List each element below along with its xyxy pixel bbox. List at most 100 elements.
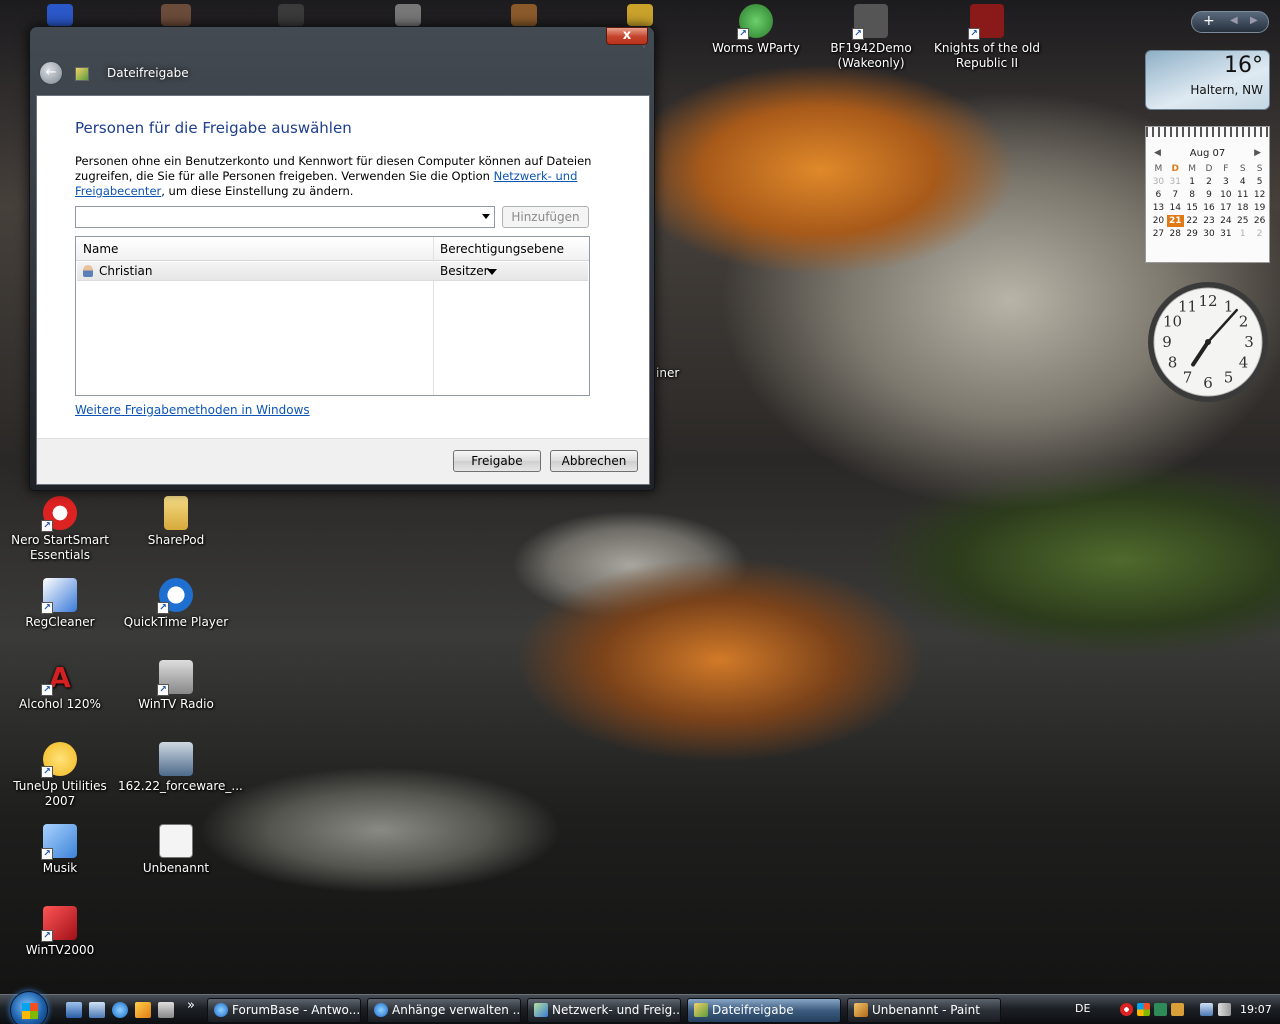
media-player-icon[interactable] — [135, 1002, 151, 1018]
desktop-icon-nero[interactable]: ↗ Nero StartSmart Essentials — [2, 496, 118, 563]
taskbar-button[interactable]: Anhänge verwalten ... — [367, 998, 521, 1023]
calendar-day[interactable]: 9 — [1201, 189, 1218, 201]
kotor-icon: ↗ — [968, 4, 1004, 40]
weather-gadget[interactable]: 16° Haltern, NW — [1145, 50, 1270, 110]
switch-windows-icon[interactable] — [89, 1002, 105, 1018]
prev-gadget-button[interactable]: ◀ — [1230, 15, 1238, 26]
add-gadget-button[interactable]: + — [1203, 13, 1215, 29]
calendar-day[interactable]: 31 — [1167, 176, 1184, 188]
calendar-day[interactable]: 24 — [1217, 215, 1234, 227]
network-tray-icon[interactable] — [1200, 1003, 1213, 1016]
calendar-day[interactable]: 1 — [1184, 176, 1201, 188]
column-header-permission[interactable]: Berechtigungsebene — [440, 242, 564, 256]
calendar-day[interactable]: 1 — [1234, 228, 1251, 240]
share-button[interactable]: Freigabe — [453, 450, 541, 472]
calendar-day[interactable]: 31 — [1217, 228, 1234, 240]
calendar-day[interactable]: 7 — [1167, 189, 1184, 201]
tray-app-icon[interactable] — [1137, 1003, 1150, 1016]
calendar-day[interactable]: 10 — [1217, 189, 1234, 201]
chevron-down-icon[interactable] — [482, 214, 490, 219]
clock-number: 1 — [1224, 297, 1234, 315]
taskbar-button[interactable]: Netzwerk- und Freig... — [527, 998, 681, 1023]
weekday-header: S — [1256, 164, 1263, 174]
desktop-icon-wintv-radio[interactable]: ↗ WinTV Radio — [118, 660, 234, 712]
desktop-icon-sharepod[interactable]: SharePod — [118, 496, 234, 548]
taskbar-clock[interactable]: 19:07 — [1240, 1003, 1272, 1016]
calendar-day[interactable]: 29 — [1184, 228, 1201, 240]
calendar-day[interactable]: 28 — [1167, 228, 1184, 240]
desktop-icon-regcleaner[interactable]: ↗ RegCleaner — [2, 578, 118, 630]
calendar-day[interactable]: 6 — [1150, 189, 1167, 201]
calendar-day[interactable]: 8 — [1184, 189, 1201, 201]
more-sharing-methods-link[interactable]: Weitere Freigabemethoden in Windows — [75, 403, 310, 417]
calendar-day[interactable]: 13 — [1150, 202, 1167, 214]
taskbar-button[interactable]: ForumBase - Antwo... — [207, 998, 361, 1023]
weekday-header: D — [1205, 164, 1213, 174]
calendar-day[interactable]: 15 — [1184, 202, 1201, 214]
calendar-day[interactable]: 11 — [1234, 189, 1251, 201]
tray-app-icon[interactable] — [1154, 1003, 1167, 1016]
calendar-day[interactable]: 4 — [1234, 176, 1251, 188]
calendar-day[interactable]: 30 — [1150, 176, 1167, 188]
calendar-day[interactable]: 12 — [1251, 189, 1268, 201]
calendar-day[interactable]: 14 — [1167, 202, 1184, 214]
description-text: Personen ohne ein Benutzerkonto und Kenn… — [75, 154, 592, 198]
desktop-icon-quicktime[interactable]: ↗ QuickTime Player — [118, 578, 234, 630]
cancel-button[interactable]: Abbrechen — [550, 450, 638, 472]
desktop-icon-musik[interactable]: ↗ Musik — [2, 824, 118, 876]
desktop-icon-wintv2000[interactable]: ↗ WinTV2000 — [2, 906, 118, 958]
tray-app-icon[interactable] — [1171, 1003, 1184, 1016]
worms-icon: ↗ — [737, 4, 773, 40]
ie-icon[interactable] — [112, 1002, 128, 1018]
calendar-day[interactable]: 27 — [1150, 228, 1167, 240]
desktop-icon-alcohol[interactable]: A ↗ Alcohol 120% — [2, 660, 118, 712]
clock-gadget[interactable]: 12 1234567891011 — [1145, 279, 1271, 405]
calendar-day[interactable]: 19 — [1251, 202, 1268, 214]
volume-icon[interactable] — [1218, 1003, 1231, 1016]
show-desktop-icon[interactable] — [66, 1002, 82, 1018]
calendar-day[interactable]: 22 — [1184, 215, 1201, 227]
taskbar-button[interactable]: Unbenannt - Paint — [847, 998, 1001, 1023]
calendar-day[interactable]: 16 — [1201, 202, 1218, 214]
quicklaunch-overflow-icon[interactable]: » — [187, 998, 195, 1013]
table-row[interactable]: Christian Besitzer — [77, 262, 588, 281]
close-button[interactable]: x — [606, 27, 648, 45]
desktop-icon-kotor[interactable]: ↗ Knights of the old Republic II — [929, 4, 1045, 71]
calendar-grid: M D M D F S S 30 31 1 2 3 4 5 6 7 8 9 10 11 12 13 14 15 16 17 18 19… — [1150, 163, 1268, 240]
calendar-day[interactable]: 2 — [1251, 228, 1268, 240]
user-select-combobox[interactable] — [75, 206, 495, 228]
add-button[interactable]: Hinzufügen — [502, 206, 589, 228]
calendar-gadget[interactable]: ◀ Aug 07 ▶ M D M D F S S 30 31 1 2 3 4 5 6 7 8 9 10 11 12 13 1… — [1145, 126, 1270, 263]
calendar-day[interactable]: 2 — [1201, 176, 1218, 188]
language-indicator[interactable]: DE — [1075, 1002, 1090, 1015]
network-icon — [534, 1003, 548, 1017]
column-header-name[interactable]: Name — [83, 242, 118, 256]
calendar-day[interactable]: 21 — [1166, 215, 1184, 227]
nero-icon: ↗ — [41, 496, 77, 532]
calendar-day[interactable]: 3 — [1217, 176, 1234, 188]
security-alert-icon[interactable] — [1120, 1003, 1133, 1016]
calendar-day[interactable]: 5 — [1251, 176, 1268, 188]
calendar-day[interactable]: 23 — [1201, 215, 1218, 227]
calendar-day[interactable]: 17 — [1217, 202, 1234, 214]
drive-icon[interactable] — [158, 1002, 174, 1018]
caret-down-icon[interactable] — [487, 269, 497, 275]
window-title: Dateifreigabe — [107, 66, 189, 80]
next-gadget-button[interactable]: ▶ — [1250, 15, 1258, 26]
start-button[interactable] — [10, 991, 48, 1024]
desktop-icon-tuneup[interactable]: ↗ TuneUp Utilities 2007 — [2, 742, 118, 809]
calendar-next-button[interactable]: ▶ — [1254, 148, 1261, 158]
calendar-day[interactable]: 18 — [1234, 202, 1251, 214]
permission-level[interactable]: Besitzer — [440, 264, 489, 278]
calendar-day[interactable]: 26 — [1251, 215, 1268, 227]
calendar-day[interactable]: 30 — [1201, 228, 1218, 240]
desktop-icon-unbenannt[interactable]: Unbenannt — [118, 824, 234, 876]
desktop-icon-bf1942[interactable]: ↗ BF1942Demo (Wakeonly) — [813, 4, 929, 71]
calendar-day[interactable]: 25 — [1234, 215, 1251, 227]
weekday-header: F — [1223, 164, 1229, 174]
desktop-icon-worms[interactable]: ↗ Worms WParty — [698, 4, 814, 56]
calendar-day[interactable]: 20 — [1150, 215, 1167, 227]
taskbar-button-active[interactable]: Dateifreigabe — [687, 998, 841, 1023]
back-button[interactable]: ← — [39, 61, 63, 85]
desktop-icon-forceware[interactable]: 162.22_forceware_... — [118, 742, 243, 794]
